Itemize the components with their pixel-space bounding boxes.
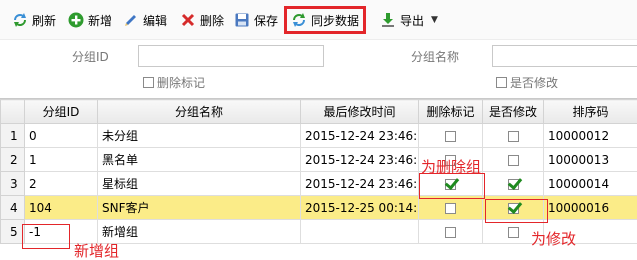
new-group-highlight [22,224,70,249]
export-button[interactable]: 导出 ▼ [380,8,438,32]
cell-modified [482,171,544,196]
add-button[interactable]: 新增 [68,8,112,32]
edit-button[interactable]: 编辑 [123,8,167,32]
row-number: 2 [0,147,25,172]
col-header-last-modified[interactable]: 最后修改时间 [300,99,419,124]
filter-panel: 分组ID 分组名称 删除标记 是否修改 [0,40,637,98]
cell-last-modified: 2015-12-24 23:46:54 [300,123,419,148]
cell-group-id[interactable]: 0 [24,123,98,148]
modified-annotation: 为修改 [531,230,577,248]
refresh-button[interactable]: 刷新 [12,8,56,32]
table-row[interactable]: 3 2 星标组 2015-12-24 23:46:54 10000014 [0,171,637,196]
row-number: 4 [0,195,25,220]
export-label: 导出 [400,13,425,28]
cell-last-modified [300,219,419,244]
modified-filter-label: 是否修改 [510,76,559,90]
table-row[interactable]: 2 1 黑名单 2015-12-24 23:46:54 10000013 [0,147,637,172]
edit-label: 编辑 [143,13,168,28]
group-id-input[interactable] [138,45,324,67]
modified-checkbox [507,226,519,238]
modified-checkbox [507,178,519,190]
cell-group-id[interactable]: 2 [24,171,98,196]
group-name-input[interactable] [492,45,637,67]
col-header-sort-code[interactable]: 排序码 [543,99,637,124]
floppy-icon [234,12,250,28]
col-header-modified[interactable]: 是否修改 [482,99,544,124]
cell-sort-code[interactable]: 10000012 [543,123,637,148]
delete-button[interactable]: 删除 [180,8,224,32]
group-id-label: 分组ID [72,50,109,64]
save-label: 保存 [254,13,279,28]
delete-label: 删除 [200,13,225,28]
cell-group-id[interactable]: 104 [24,195,98,220]
new-group-annotation: 新增组 [74,242,120,260]
modified-checkbox[interactable] [496,77,507,88]
modified-checkbox [507,154,519,166]
cell-sort-code[interactable]: 10000016 [543,195,637,220]
delete-flag-checkbox[interactable] [445,226,456,238]
cell-last-modified: 2015-12-24 23:46:54 [300,171,419,196]
cell-group-id[interactable]: 1 [24,147,98,172]
sync-icon [291,12,307,28]
delete-flag-filter-label: 删除标记 [157,76,206,90]
delete-flag-checkbox[interactable] [445,130,456,142]
delete-flag-checkbox[interactable] [445,202,456,214]
sync-data-button[interactable]: 同步数据 [284,6,367,34]
row-number: 3 [0,171,25,196]
row-number: 1 [0,123,25,148]
col-header-group-name[interactable]: 分组名称 [97,99,301,124]
refresh-icon [12,12,28,28]
pencil-icon [123,12,139,28]
sync-data-label: 同步数据 [311,13,360,28]
cell-group-name[interactable]: 新增组 [97,219,301,244]
download-icon [380,12,396,28]
save-button[interactable]: 保存 [234,8,278,32]
cell-last-modified: 2015-12-24 23:46:54 [300,147,419,172]
add-label: 新增 [88,13,113,28]
modified-checkbox [507,130,519,142]
cell-modified [482,123,544,148]
col-header-delete-flag[interactable]: 删除标记 [418,99,483,124]
close-icon [180,12,196,28]
row-number: 5 [0,219,25,244]
refresh-label: 刷新 [32,13,57,28]
cell-group-name[interactable]: SNF客户 [97,195,301,220]
cell-delete-flag[interactable] [418,195,483,220]
delete-flag-checkbox[interactable] [143,77,154,88]
cell-sort-code[interactable]: 10000014 [543,171,637,196]
cell-group-name[interactable]: 星标组 [97,171,301,196]
modified-filter[interactable]: 是否修改 [496,74,558,91]
cell-delete-flag[interactable] [418,219,483,244]
cell-modified [482,147,544,172]
chevron-down-icon[interactable]: ▼ [431,15,438,25]
toolbar: 刷新 新增 编辑 删除 保存 同步数据 导出 ▼ [0,0,637,40]
cell-last-modified: 2015-12-25 00:14:32 [300,195,419,220]
cell-delete-flag[interactable] [418,123,483,148]
plus-icon [68,12,84,28]
cell-group-name[interactable]: 黑名单 [97,147,301,172]
deleted-group-annotation: 为删除组 [421,158,482,176]
cell-group-name[interactable]: 未分组 [97,123,301,148]
cell-sort-code[interactable]: 10000013 [543,147,637,172]
modified-highlight [485,199,548,223]
delete-flag-filter[interactable]: 删除标记 [143,74,205,91]
table-row[interactable]: 1 0 未分组 2015-12-24 23:46:54 10000012 [0,123,637,148]
grid-header-row: 分组ID 分组名称 最后修改时间 删除标记 是否修改 排序码 [0,99,637,124]
col-header-group-id[interactable]: 分组ID [24,99,98,124]
rownum-header [0,99,25,124]
group-name-label: 分组名称 [411,50,460,64]
